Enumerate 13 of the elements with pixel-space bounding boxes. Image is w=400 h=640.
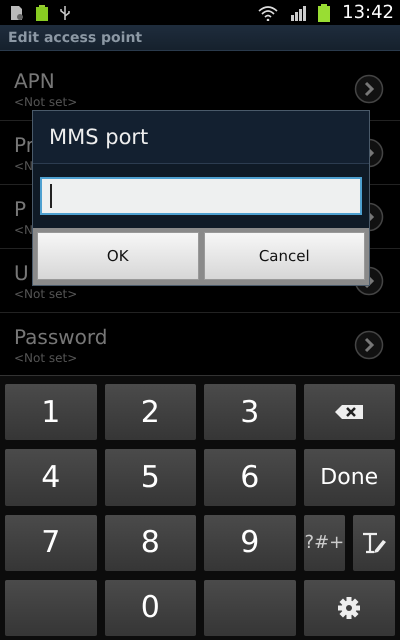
setting-title: Pr — [14, 132, 34, 156]
setting-title: APN — [14, 68, 55, 92]
setting-value: <Not set> — [14, 94, 78, 108]
setting-value: <N — [14, 222, 34, 236]
setting-title: Password — [14, 324, 108, 348]
setting-value: <Not set> — [14, 350, 78, 364]
setting-title: U — [14, 260, 29, 284]
dialog-title: MMS port — [49, 125, 148, 149]
setting-value: <Not set> — [14, 286, 78, 300]
clock: 13:42 — [342, 2, 394, 23]
screen-title: Edit access point — [8, 30, 142, 46]
setting-value: <N — [14, 158, 34, 172]
setting-title: P — [14, 196, 26, 220]
